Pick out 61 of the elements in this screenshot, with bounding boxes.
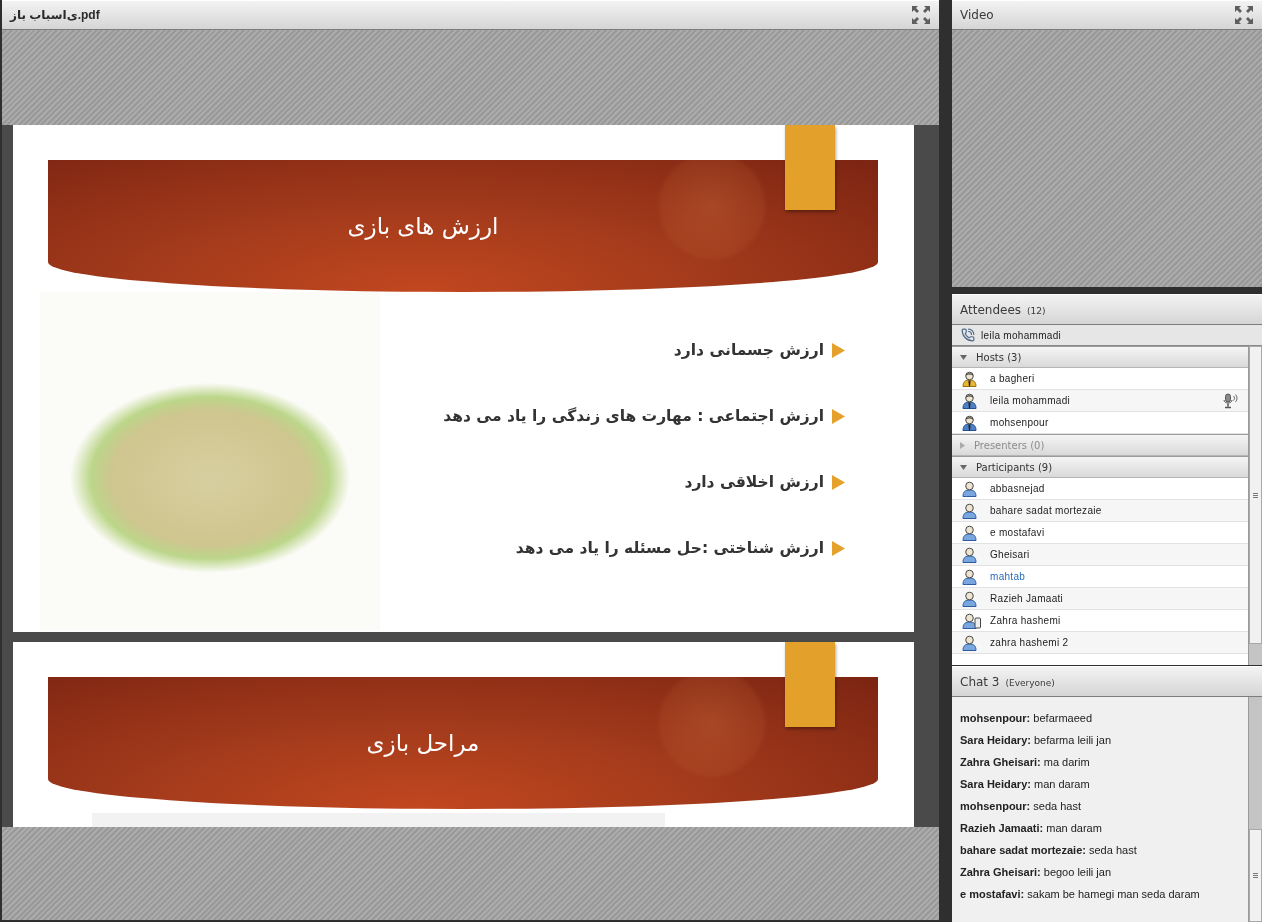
attendee-row[interactable]: abbasnejad [952,478,1248,500]
user-icon [962,502,977,519]
user-icon [962,634,977,651]
user-icon [962,524,977,541]
chat-message: Zahra Gheisari: begoo leili jan [960,865,1113,880]
fullscreen-icon[interactable] [1235,6,1253,24]
chat-message: Zahra Gheisari: ma darim [960,755,1091,770]
chat-audience: (Everyone) [1005,677,1055,688]
user-icon [962,568,977,585]
attendee-row[interactable]: zahra hashemi 2 [952,632,1248,654]
group-header[interactable]: Participants (9) [952,456,1248,478]
chat-message: e mostafavi: sakam be hamegi man seda daram [960,887,1201,902]
bullet-text: ارزش شناختی :حل مسئله را یاد می دهد [515,539,824,557]
slide-title: ارزش های بازی [347,213,499,239]
attendee-row[interactable]: Zahra hashemi [952,610,1248,632]
grip-icon [1253,492,1258,498]
caret-right-icon[interactable] [960,441,965,449]
chat-message: mohsenpour: seda hast [960,799,1083,814]
document-title: ی‌اسباب باز.pdf [10,8,100,22]
user-phone-icon [962,612,981,629]
bullet-triangle-icon [832,408,845,424]
host-user-icon [962,414,977,431]
pod-title: Chat 3 [960,674,1000,689]
bullet-triangle-icon [832,342,845,358]
scrollbar-track[interactable] [1249,697,1262,922]
phone-icon [961,328,975,342]
scrollbar-thumb[interactable] [1249,829,1262,922]
attendee-row[interactable]: leila mohammadi [952,390,1248,412]
attendee-count: (12) [1027,305,1046,316]
caret-down-icon[interactable] [960,464,967,470]
fullscreen-icon[interactable] [912,6,930,24]
host-user-icon [962,370,977,387]
attendee-row[interactable]: e mostafavi [952,522,1248,544]
attendee-row[interactable]: mahtab [952,566,1248,588]
attendee-row[interactable]: mohsenpour [952,412,1248,434]
microphone-icon [1222,392,1238,409]
chat-message: Razieh Jamaati: man daram [960,821,1103,836]
host-user-icon [962,392,977,409]
caret-down-icon[interactable] [960,354,967,360]
user-icon [962,546,977,563]
bullet-text: ارزش جسمانی دارد [673,341,824,359]
chat-message: Sara Heidary: befarma leili jan [960,733,1113,748]
user-icon [962,590,977,607]
user-icon [962,480,977,497]
bullet-text: ارزش اخلاقی دارد [684,473,824,491]
attendee-row[interactable]: bahare sadat mortezaie [952,500,1248,522]
attendee-row[interactable]: Razieh Jamaati [952,588,1248,610]
bullet-text: ارزش اجتماعی : مهارت های زندگی را یاد می دهد [443,407,824,425]
group-header[interactable]: Hosts (3) [952,346,1248,368]
speaker-name: leila mohammadi [981,329,1062,341]
attendee-row[interactable]: Gheisari [952,544,1248,566]
slide-title: مراحل بازی [366,730,480,756]
attendee-row[interactable]: a bagheri [952,368,1248,390]
bullet-triangle-icon [832,474,845,490]
chat-message: Sara Heidary: man daram [960,777,1091,792]
chat-message: bahare sadat mortezaie: seda hast [960,843,1138,858]
chat-message: mohsenpour: befarmaeed [960,711,1094,726]
pod-title: Video [960,8,994,22]
grip-icon [1253,873,1258,878]
pod-title: Attendees [960,302,1022,317]
bullet-triangle-icon [832,540,845,556]
